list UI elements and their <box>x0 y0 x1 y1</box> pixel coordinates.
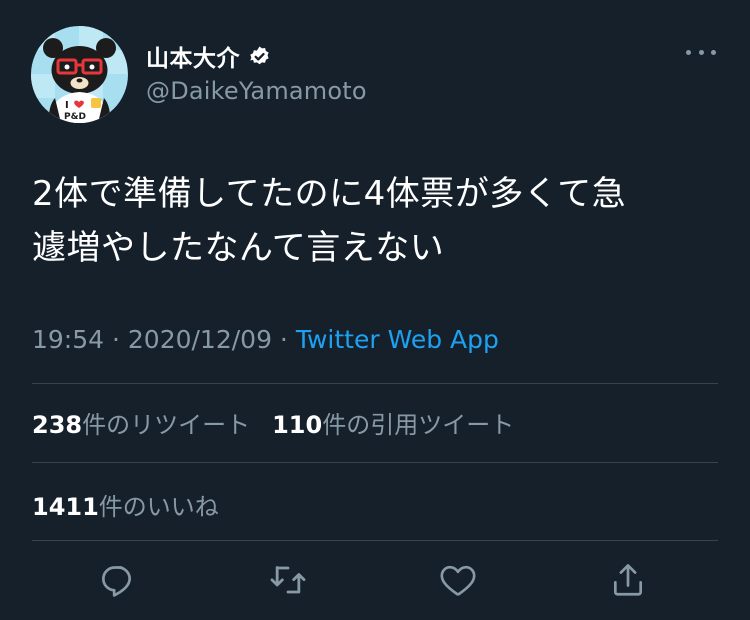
tweet-text-line-1: 2体で準備してたのに4体票が多くて急 <box>32 174 627 214</box>
quote-label: 件の引用ツイート <box>322 411 515 439</box>
more-options-icon[interactable] <box>686 46 716 58</box>
like-button[interactable] <box>438 560 478 600</box>
tweet-time[interactable]: 19:54 <box>32 325 104 354</box>
display-name[interactable]: 山本大介 <box>146 39 240 73</box>
tweet-detail: I P&D 山本大介 @DaikeYamamoto 2体で準備してたのに4体票が… <box>0 0 750 620</box>
retweet-icon <box>270 566 306 594</box>
bear-avatar-image: I P&D <box>31 26 128 123</box>
divider <box>32 540 718 541</box>
like-label: 件のいいね <box>98 493 219 521</box>
divider <box>32 383 718 384</box>
tweet-action-bar <box>0 560 750 604</box>
like-icon <box>440 565 476 596</box>
author-name-row[interactable]: 山本大介 <box>146 40 271 72</box>
tweet-text-line-2: 遽増やしたなんて言えない <box>32 228 445 268</box>
retweet-count: 238 <box>32 411 83 439</box>
user-handle[interactable]: @DaikeYamamoto <box>146 77 367 105</box>
tweet-meta: 19:54 · 2020/12/09 · Twitter Web App <box>32 325 499 354</box>
quotes-link[interactable]: 110件の引用ツイート <box>272 411 514 439</box>
tweet-date[interactable]: 2020/12/09 <box>128 325 272 354</box>
likes-stats-row: 1411件のいいね <box>32 487 219 522</box>
likes-link[interactable]: 1411件のいいね <box>32 493 219 521</box>
reply-button[interactable] <box>98 560 138 600</box>
reply-icon <box>102 566 132 597</box>
share-button[interactable] <box>608 560 648 600</box>
tweet-text: 2体で準備してたのに4体票が多くて急 遽増やしたなんて言えない <box>32 167 722 275</box>
avatar-shirt-text: P&D <box>64 112 86 122</box>
like-count: 1411 <box>32 493 99 521</box>
meta-separator: · <box>271 325 296 354</box>
divider <box>32 462 718 463</box>
retweet-label: 件のリツイート <box>82 411 251 439</box>
meta-separator: · <box>104 325 128 354</box>
share-icon <box>613 564 643 596</box>
avatar[interactable]: I P&D <box>31 26 128 123</box>
retweet-stats-row: 238件のリツイート 110件の引用ツイート <box>32 405 514 440</box>
tweet-source-link[interactable]: Twitter Web App <box>296 325 499 354</box>
quote-count: 110 <box>272 411 323 439</box>
verified-badge-icon <box>248 45 271 68</box>
retweets-link[interactable]: 238件のリツイート <box>32 411 250 439</box>
retweet-button[interactable] <box>268 560 308 600</box>
svg-text:I: I <box>65 100 69 111</box>
